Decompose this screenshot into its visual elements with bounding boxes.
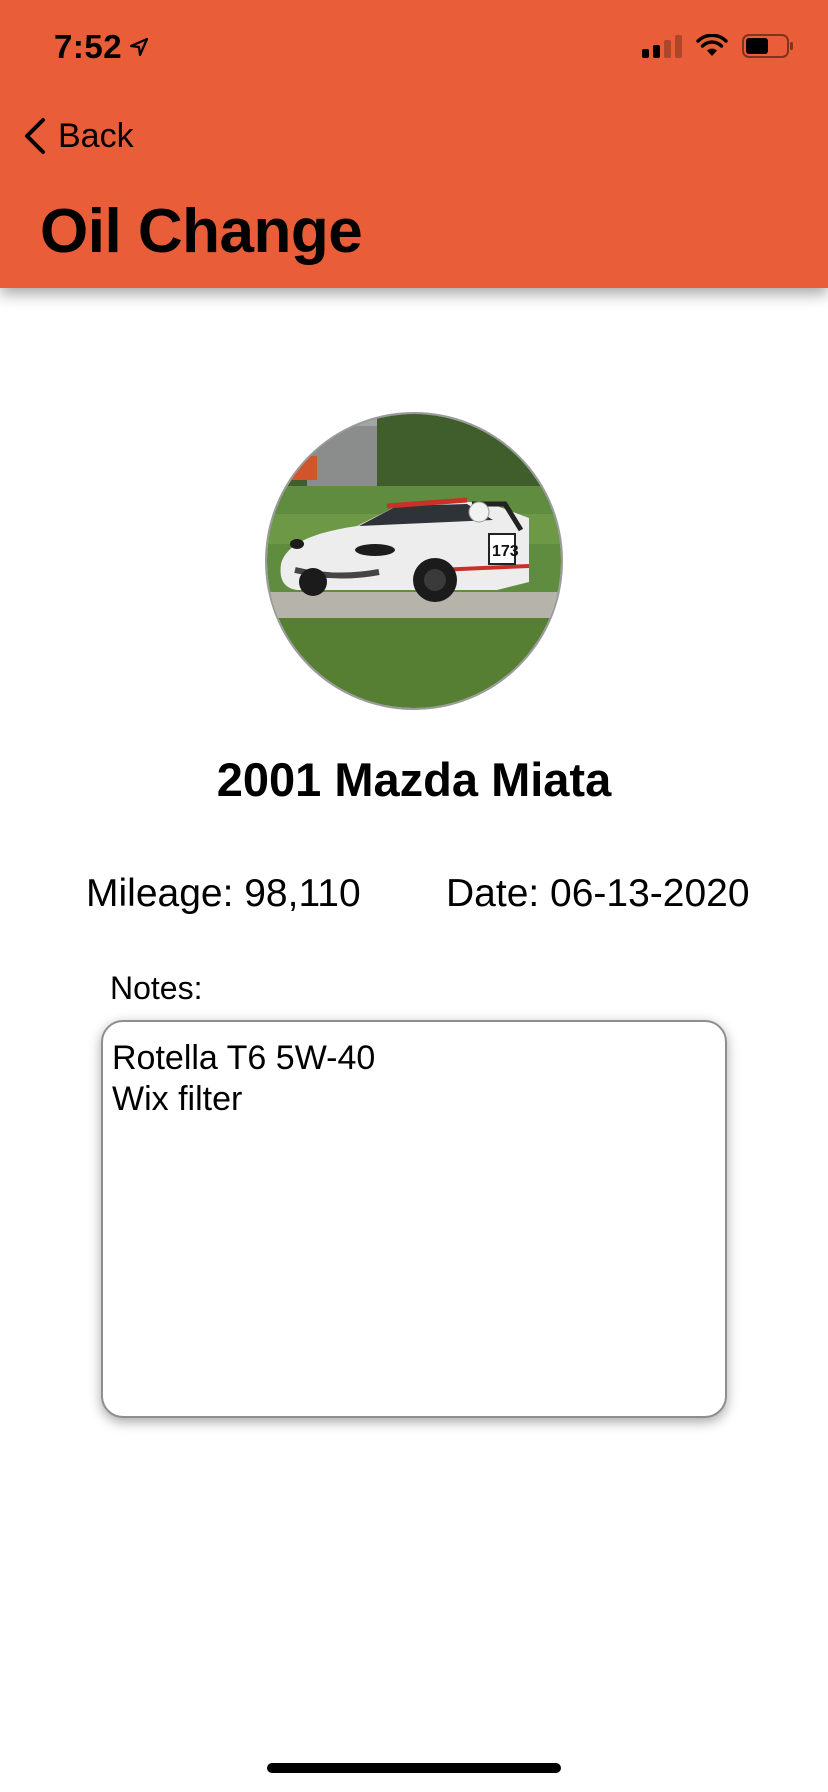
notes-textarea[interactable]: Rotella T6 5W-40 Wix filter	[101, 1020, 727, 1418]
wifi-icon	[696, 34, 728, 56]
cellular-signal-icon	[642, 34, 682, 58]
chevron-left-icon	[25, 118, 45, 154]
date-text: Date: 06-13-2020	[446, 872, 750, 915]
back-label: Back	[58, 116, 134, 155]
notes-label: Notes:	[110, 970, 203, 1006]
svg-text:173: 173	[492, 543, 519, 560]
home-indicator[interactable]	[267, 1763, 561, 1773]
status-time: 7:52	[54, 28, 150, 66]
notes-line: Wix filter	[112, 1080, 243, 1118]
location-arrow-icon	[129, 37, 149, 57]
car-photo-image: 173	[267, 414, 561, 708]
battery-icon	[742, 34, 793, 58]
mileage-text: Mileage: 98,110	[86, 872, 361, 915]
page-title: Oil Change	[40, 197, 363, 266]
notes-line: Rotella T6 5W-40	[112, 1039, 376, 1077]
status-time-text: 7:52	[54, 28, 123, 65]
status-indicators	[642, 34, 794, 58]
oil-change-screen: 7:52 Back Oil Change 173 2001 Mazda Miat…	[0, 0, 828, 1792]
back-button[interactable]: Back	[22, 116, 134, 156]
car-photo: 173	[265, 412, 563, 710]
vehicle-name: 2001 Mazda Miata	[216, 753, 612, 806]
nav-header: 7:52 Back Oil Change	[0, 0, 828, 288]
